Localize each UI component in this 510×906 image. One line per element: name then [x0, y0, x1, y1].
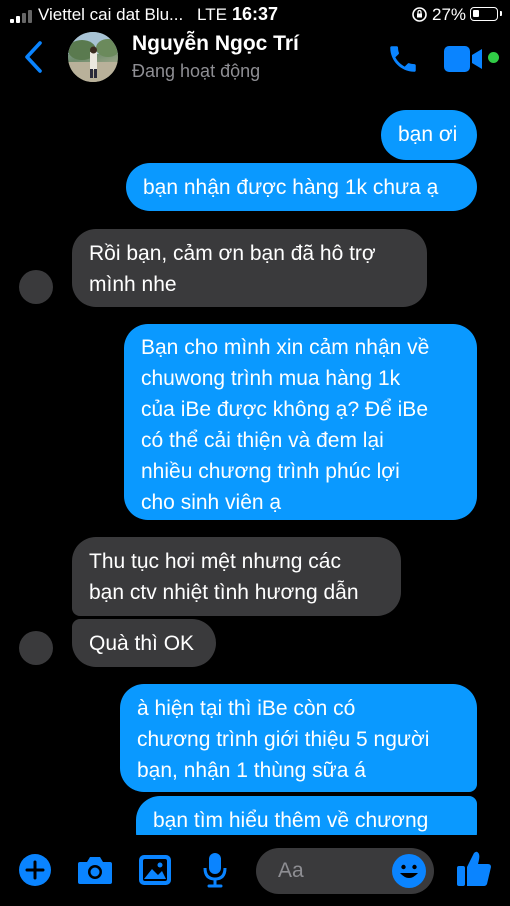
message-line: mình nhe	[89, 273, 177, 296]
message-bubble-incoming[interactable]: Thu tục hơi mệt nhưng các bạn ctv nhiệt …	[72, 537, 401, 616]
rotation-lock-icon	[412, 7, 427, 22]
message-line: bạn ctv nhiệt tình hương dẫn	[89, 581, 359, 604]
message-line: Thu tục hơi mệt nhưng các	[89, 550, 341, 573]
message-bubble-outgoing[interactable]: à hiện tại thì iBe còn có chương trình g…	[120, 684, 477, 792]
message-text: bạn ơi	[398, 123, 458, 146]
sender-avatar[interactable]	[19, 631, 53, 665]
message-text: bạn tìm hiểu thêm về chương	[153, 809, 429, 832]
message-line: Bạn cho mình xin cảm nhận về	[141, 336, 430, 359]
emoji-icon[interactable]	[391, 853, 427, 889]
message-bubble-outgoing[interactable]: bạn ơi	[381, 110, 477, 160]
message-line: có thể cải thiện và đem lại	[141, 429, 384, 452]
network-type: LTE	[197, 5, 227, 24]
microphone-icon[interactable]	[202, 852, 228, 888]
status-bar: Viettel cai dat Blu... LTE 16:37 27%	[0, 0, 510, 30]
signal-icon	[10, 10, 32, 23]
message-line: à hiện tại thì iBe còn có	[137, 697, 356, 720]
battery-percent: 27%	[432, 5, 467, 24]
message-line: chuwong trình mua hàng 1k	[141, 367, 401, 390]
phone-icon[interactable]	[386, 42, 420, 76]
message-text: bạn nhận được hàng 1k chưa ạ	[143, 176, 439, 199]
thumbs-up-icon[interactable]	[456, 850, 492, 888]
battery-icon	[470, 7, 502, 21]
camera-icon[interactable]	[77, 855, 113, 885]
message-line: cho sinh viên ạ	[141, 491, 282, 514]
clock: 16:37	[232, 4, 279, 24]
message-bubble-incoming[interactable]: Quà thì OK	[72, 619, 216, 667]
chat-header: Nguyễn Ngọc Trí Đang hoạt động	[0, 30, 510, 102]
message-line: của iBe được không ạ? Để iBe	[141, 398, 428, 421]
carrier-name: Viettel cai dat Blu...	[38, 5, 184, 24]
sender-avatar[interactable]	[19, 270, 53, 304]
message-input-placeholder[interactable]: Aa	[278, 859, 304, 883]
message-line: bạn, nhận 1 thùng sữa á	[137, 759, 366, 782]
gallery-icon[interactable]	[138, 854, 172, 886]
message-line: nhiều chương trình phúc lợi	[141, 460, 400, 483]
message-bubble-incoming[interactable]: Rồi bạn, cảm ơn bạn đã hô trợ mình nhe	[72, 229, 427, 307]
contact-avatar[interactable]	[68, 32, 118, 82]
message-text: Quà thì OK	[89, 632, 195, 655]
online-indicator	[488, 52, 499, 63]
contact-name[interactable]: Nguyễn Ngọc Trí	[132, 32, 299, 56]
active-status: Đang hoạt động	[132, 61, 261, 81]
message-bubble-outgoing[interactable]: bạn nhận được hàng 1k chưa ạ	[126, 163, 477, 211]
video-call-icon[interactable]	[444, 46, 486, 72]
back-chevron-icon[interactable]	[22, 40, 44, 74]
add-icon[interactable]	[18, 853, 52, 887]
message-line: chương trình giới thiệu 5 người	[137, 728, 430, 751]
message-bubble-outgoing[interactable]: Bạn cho mình xin cảm nhận về chuwong trì…	[124, 324, 477, 520]
message-line: Rồi bạn, cảm ơn bạn đã hô trợ	[89, 242, 376, 265]
